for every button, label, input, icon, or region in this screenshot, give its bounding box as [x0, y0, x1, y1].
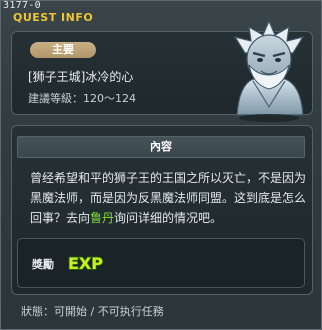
exp-icon: EXP [67, 253, 104, 273]
reward-box: 獎勵 EXP [17, 238, 305, 288]
reward-label: 獎勵 [32, 258, 54, 271]
quest-id: 3177-0 [3, 0, 41, 11]
content-header: 內容 [17, 136, 305, 158]
exp-icon-text: EXP [68, 254, 103, 273]
quest-status: 狀態：可開始 / 不可执行任務 [21, 305, 164, 318]
description-text-end: 询问详细的情况吧。 [114, 211, 223, 225]
window-title: QUEST INFO [13, 11, 94, 24]
quest-description: 曾经希望和平的狮子王的王国之所以灭亡，不是因为黑魔法师，而是因为反黑魔法师同盟。… [30, 168, 312, 228]
recommended-level: 建議等級：120～124 [28, 92, 136, 105]
npc-name-link[interactable]: 鲁丹 [90, 211, 114, 225]
quest-name: [狮子王城]冰冷的心 [28, 70, 134, 84]
quest-content-panel: 內容 曾经希望和平的狮子王的王国之所以灭亡，不是因为黑魔法师，而是因为反黑魔法师… [11, 125, 313, 295]
quest-category-badge: 主要 [30, 42, 96, 58]
quest-info-window: 3177-0 QUEST INFO 主要 [狮子王城]冰冷的心 建議等級：120… [0, 0, 322, 330]
ice-knight-npc-portrait-icon [233, 19, 305, 122]
